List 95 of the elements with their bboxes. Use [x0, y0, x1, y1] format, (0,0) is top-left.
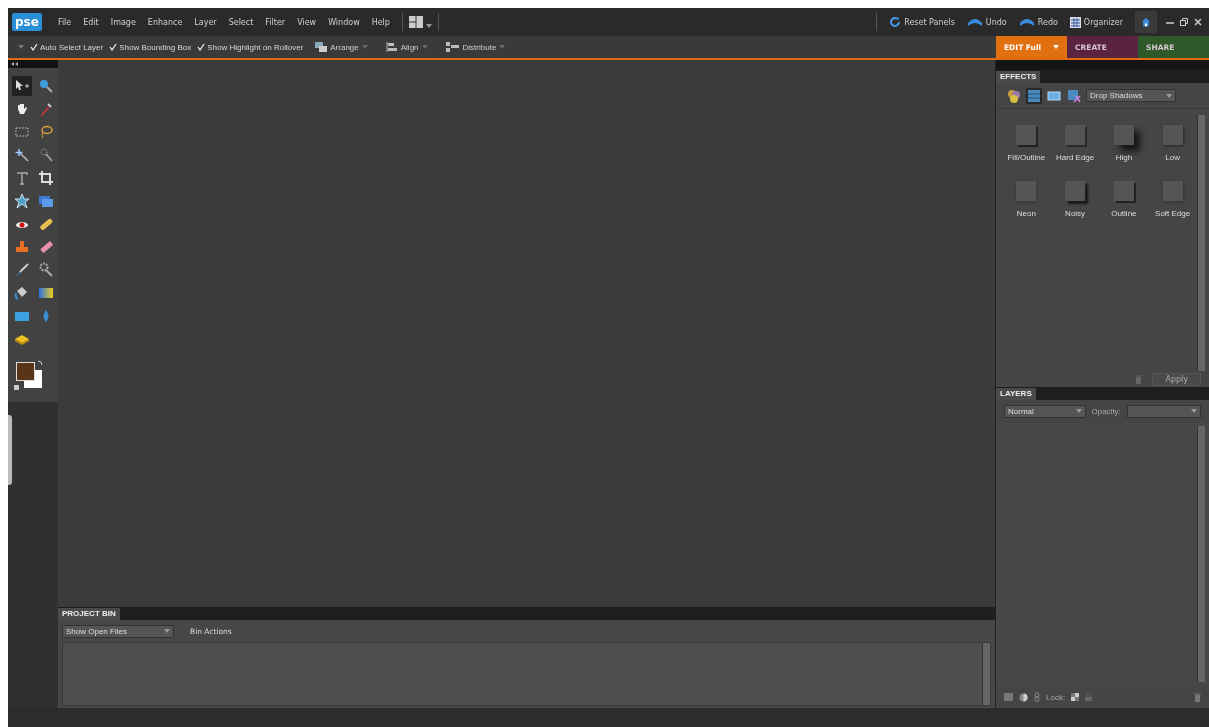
app-logo: pse	[12, 13, 42, 31]
options-menu[interactable]: Align	[379, 42, 434, 52]
options-menu[interactable]: Distribute	[439, 42, 512, 52]
collapse-icon[interactable]	[11, 62, 18, 66]
eyedropper-icon	[38, 101, 54, 117]
menu-item[interactable]: File	[51, 17, 78, 27]
caret-icon	[421, 45, 428, 49]
scrollbar[interactable]	[1197, 115, 1205, 371]
option-checkbox[interactable]: Auto Select Layer	[30, 42, 104, 52]
menu-item[interactable]: Select	[222, 17, 260, 27]
caret-icon	[499, 45, 506, 49]
dotted-rectangle-icon	[14, 124, 30, 140]
fx-icon	[1067, 88, 1081, 103]
effect-item[interactable]: Hard Edge	[1050, 121, 1100, 177]
menu-item[interactable]: Edit	[77, 17, 105, 27]
menu-item[interactable]: Filter	[259, 17, 292, 27]
house-icon	[1141, 15, 1151, 29]
caret-icon	[164, 629, 170, 633]
menu-item[interactable]: Image	[104, 17, 142, 27]
options-menu[interactable]: Arrange	[309, 42, 374, 52]
panel-tab[interactable]: LAYERS	[996, 388, 1036, 400]
layout-icon[interactable]	[408, 16, 423, 28]
menu-item[interactable]: Window	[322, 17, 366, 27]
panel-tab[interactable]: EFFECTS	[996, 71, 1041, 83]
panel-tab[interactable]: PROJECT BIN	[58, 608, 120, 620]
effect-item[interactable]: High	[1099, 121, 1149, 177]
magic-wand-icon	[14, 147, 30, 163]
close-icon	[1194, 18, 1202, 26]
crop-icon	[38, 170, 54, 186]
effects-category-button[interactable]	[1026, 87, 1042, 104]
redo-arrow-icon	[1018, 17, 1035, 27]
tool-button[interactable]	[36, 168, 56, 188]
toolbar-button[interactable]: Reset Panels	[883, 16, 961, 28]
effect-item[interactable]: Soft Edge	[1148, 177, 1197, 233]
scrollbar[interactable]	[982, 643, 990, 705]
layered-rectangles-icon	[38, 193, 54, 209]
checkerboard-icon[interactable]	[1071, 693, 1080, 701]
star-icon	[14, 193, 30, 209]
side-handle[interactable]	[8, 415, 12, 485]
blend-mode-dropdown[interactable]: Normal	[1004, 404, 1086, 418]
magnifier-icon	[38, 78, 54, 94]
opacity-field[interactable]	[1126, 404, 1201, 418]
effect-item[interactable]: Low	[1148, 121, 1197, 177]
undo-arrow-icon	[966, 17, 983, 27]
effect-item[interactable]: Fill/Outline	[1002, 121, 1051, 177]
half-circle-icon[interactable]	[1019, 692, 1028, 702]
caret-icon	[1075, 409, 1082, 413]
tool-button[interactable]	[12, 76, 32, 96]
effects-dropdown[interactable]: Drop Shadows	[1086, 89, 1176, 102]
distribute-icon	[445, 42, 460, 52]
menu-item[interactable]: View	[291, 17, 323, 27]
toolbar-button[interactable]: Organizer	[1063, 16, 1129, 28]
menu-item[interactable]: Help	[365, 17, 396, 27]
stack-icon	[315, 42, 328, 52]
caret-icon	[1191, 409, 1197, 413]
menu-item[interactable]: Layer	[188, 17, 223, 27]
caret-icon	[18, 45, 24, 49]
restore-button[interactable]	[1177, 18, 1191, 26]
dotted-brush-icon	[38, 147, 54, 163]
effects-category-button[interactable]	[1006, 87, 1022, 104]
effect-item[interactable]: Neon	[1002, 177, 1051, 233]
effects-category-button[interactable]	[1066, 87, 1082, 104]
color-swatches-icon[interactable]	[12, 358, 46, 392]
scrollbar[interactable]	[1197, 426, 1205, 682]
home-button[interactable]	[1135, 11, 1157, 33]
grid-icon	[1069, 16, 1081, 28]
effect-item[interactable]: Outline	[1099, 177, 1149, 233]
spheres-icon	[1007, 88, 1021, 103]
caret-icon	[1053, 45, 1059, 49]
link-icon[interactable]	[1034, 692, 1040, 702]
apply-button[interactable]: Apply	[1152, 372, 1201, 386]
restore-icon	[1180, 18, 1188, 26]
gradient-icon	[38, 285, 54, 301]
toolbar-button[interactable]: Undo	[960, 17, 1013, 27]
tool-button[interactable]	[12, 191, 32, 211]
option-checkbox[interactable]: Show Bounding Box	[109, 42, 192, 52]
lasso-icon	[38, 124, 54, 140]
stacked-panels-icon	[1027, 88, 1041, 103]
type-icon	[14, 170, 30, 186]
opacity-label: Opacity:	[1091, 406, 1121, 416]
effect-item[interactable]: Noisy	[1050, 177, 1100, 233]
photo-frame-icon	[1047, 88, 1061, 103]
align-icon	[385, 42, 398, 52]
stamp-icon	[14, 239, 30, 255]
lock-label: Lock:	[1046, 692, 1066, 702]
caret-icon	[1166, 93, 1172, 98]
option-checkbox[interactable]: Show Highlight on Rollover	[197, 42, 304, 52]
bin-dropdown[interactable]: Show Open Files	[62, 624, 174, 638]
menu-item[interactable]: Enhance	[141, 17, 189, 27]
close-button[interactable]	[1191, 18, 1205, 26]
caret-icon	[361, 45, 368, 49]
caret-icon	[425, 23, 432, 28]
paint-bucket-icon	[14, 285, 30, 301]
toolbar-button[interactable]: Redo	[1012, 17, 1064, 27]
refresh-icon	[889, 16, 902, 28]
